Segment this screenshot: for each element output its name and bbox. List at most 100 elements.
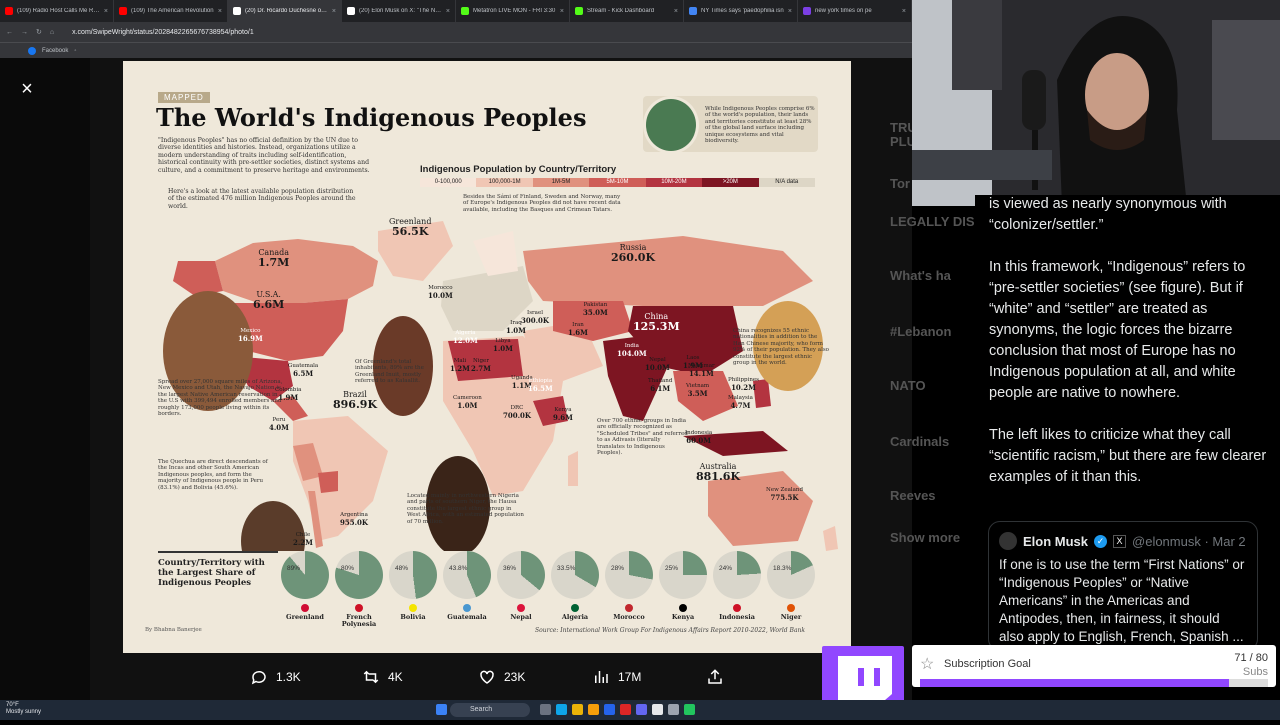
share-item: 89% Greenland [280,551,330,621]
hausa-note: Located mainly in northwestern Nigeria a… [407,493,524,525]
tweet-paragraph-1: In this framework, “Indigenous” refers t… [989,259,1246,401]
tab-close-icon[interactable]: × [674,8,678,15]
views-icon [595,671,608,683]
quote-author-handle[interactable]: @elonmusk · Mar 2 [1132,534,1246,549]
madagascar-shape [568,451,578,486]
country-value: 1.2M [450,363,470,373]
post-action-bar: 1.3K 4K 23K 17M [0,658,912,696]
tab-close-icon[interactable]: × [104,8,108,15]
tweet-paragraph-0: is viewed as nearly synonymous with “col… [989,196,1227,233]
tab-close-icon[interactable]: × [902,8,906,15]
obs-icon[interactable] [652,704,663,715]
map-label: Vietnam 3.5M [686,383,709,396]
star-icon: ☆ [920,656,935,673]
map-label: Brazil 896.9K [333,391,377,411]
bookmark-bar: Facebook ◦ [0,42,912,58]
app-icon[interactable] [684,704,695,715]
quoted-tweet[interactable]: Elon Musk ✓ X @elonmusk · Mar 2 If one i… [988,521,1258,651]
globe-icon[interactable]: ◦ [74,48,76,54]
heart-icon [480,670,494,684]
reply-button[interactable]: 1.3K [250,668,301,686]
forward-icon[interactable]: → [21,29,28,36]
discord-icon[interactable] [636,704,647,715]
repost-button[interactable]: 4K [362,668,403,686]
color-legend: 0-100,000 100,000-1M 1M-5M 5M-10M 10M-20M >20… [420,178,815,187]
dimmed-sidebar-text: NATO [890,378,926,393]
map-label: Thailand 6.1M [648,378,672,393]
map-label: Russia 260.0K [611,244,655,264]
home-icon[interactable]: ⌂ [50,29,54,36]
tweet-panel: is viewed as nearly synonymous with “col… [975,195,1280,655]
share-pct: 80% [341,565,355,572]
new-zealand-shape [823,526,838,551]
browser-tab[interactable]: (20) Elon Musk on X: "The New × [342,0,456,22]
flag-icon [463,604,471,612]
browser-tab[interactable]: (109) The American Revolution × [114,0,228,22]
reload-icon[interactable]: ↻ [36,28,42,36]
like-button[interactable]: 23K [478,668,525,686]
country-value: 6.1M [650,383,671,393]
windows-start-icon[interactable] [436,704,447,715]
browser-tab[interactable]: Stream - Kick Dashboard × [570,0,684,22]
source-line: Source: International Work Group For Ind… [535,627,806,634]
browser-tab[interactable]: new york times on pe × [798,0,912,22]
task-view-icon[interactable] [540,704,551,715]
legend-item: 1M-5M [532,178,590,187]
url-field[interactable]: x.com/SwipeWright/status/202848226567673… [72,29,254,36]
quechua-note: The Quechua are direct descendants of th… [158,459,268,491]
share-country: French Polynesia [341,613,377,628]
browser-tab-bar: (109) Radio Host Calls Me Racis × (109) Th… [0,0,912,22]
edge-icon[interactable] [556,704,567,715]
reply-count: 1.3K [276,670,301,684]
settings-icon[interactable] [668,704,679,715]
browser-tab[interactable]: NY Times says 'paedophilia isn × [684,0,798,22]
country-value: 14.1M [688,368,714,378]
country-value: 10.0M [428,290,453,300]
avatar[interactable] [999,532,1017,550]
mail-icon[interactable] [604,704,615,715]
share-pie: 24% [713,551,761,599]
tab-favicon-icon [461,7,469,15]
country-value: 35.0M [583,307,608,317]
flag-icon [409,604,417,612]
map-label: India 104.0M [617,343,647,356]
tab-close-icon[interactable]: × [446,8,450,15]
share-country: Guatemala [447,613,487,621]
tab-close-icon[interactable]: × [218,8,222,15]
share-pct: 33.5% [557,565,576,572]
back-icon[interactable]: ← [6,29,13,36]
taskbar: 70°F Mostly sunny Search [0,700,1280,720]
tab-close-icon[interactable]: × [788,8,792,15]
views-button[interactable]: 17M [592,668,641,686]
weather-widget[interactable]: 70°F Mostly sunny [6,702,41,716]
map-label: Peru 4.0M [269,417,289,430]
country-value: 125.3M [633,320,680,333]
tab-label: (109) Radio Host Calls Me Racis [17,8,100,14]
bookmark-facebook[interactable]: Facebook [42,48,68,54]
byline: By Bhabna Banerjee [145,627,202,633]
share-country: Bolivia [400,613,426,621]
share-button[interactable] [706,668,724,686]
flag-icon [625,604,633,612]
share-pct: 89% [287,565,301,572]
share-country: Indonesia [719,613,755,621]
browser-tab[interactable]: (109) Radio Host Calls Me Racis × [0,0,114,22]
tab-label: NY Times says 'paedophilia isn [701,8,784,14]
tab-close-icon[interactable]: × [560,8,564,15]
file-explorer-icon[interactable] [588,704,599,715]
browser-tab[interactable]: Metatron LIVE MON - FRI 3:30 × [456,0,570,22]
taskbar-search[interactable]: Search [450,703,530,717]
map-label: Australia 881.6K [696,463,741,483]
browser-tab[interactable]: (20) Dr. Ricardo Duchesne on X × [228,0,342,22]
tab-label: (20) Dr. Ricardo Duchesne on X [245,8,328,14]
scandinavia-shape [473,231,518,276]
chrome-icon[interactable] [572,704,583,715]
country-value: 881.6K [696,470,741,483]
close-icon[interactable]: × [16,78,38,100]
share-item: 48% Bolivia [388,551,438,621]
quote-author-name[interactable]: Elon Musk [1023,534,1088,549]
share-country: Niger [780,613,802,621]
youtube-icon[interactable] [620,704,631,715]
tab-favicon-icon [119,7,127,15]
tab-close-icon[interactable]: × [332,8,336,15]
